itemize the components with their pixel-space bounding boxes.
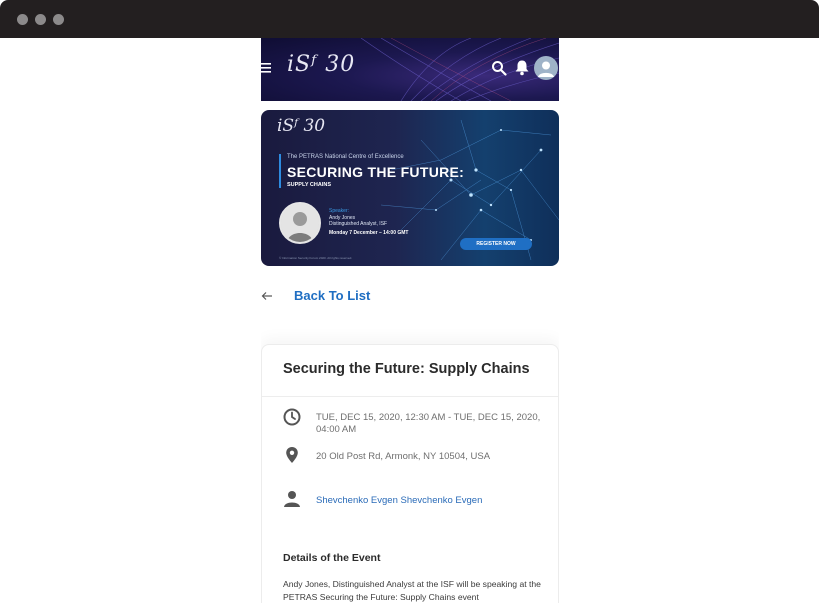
event-banner[interactable]: iSᶠ 30 The PETRAS National Centre of Exc…: [261, 110, 559, 266]
speaker-date: Monday 7 December – 14:00 GMT: [329, 230, 409, 236]
window-dot-icon: [35, 14, 46, 25]
event-title: Securing the Future: Supply Chains: [283, 361, 530, 377]
banner-title: SECURING THE FUTURE:: [287, 164, 465, 180]
back-to-list-link[interactable]: Back To List: [294, 288, 370, 303]
details-text: Andy Jones, Distinguished Analyst at the…: [283, 579, 541, 602]
menu-icon[interactable]: [261, 62, 273, 74]
arrow-left-icon[interactable]: [261, 290, 273, 302]
event-datetime: TUE, DEC 15, 2020, 12:30 AM - TUE, DEC 1…: [316, 412, 541, 435]
speaker-role: Distinguished Analyst, ISF: [329, 221, 388, 227]
banner-kicker: The PETRAS National Centre of Excellence: [287, 154, 404, 160]
brand-logo[interactable]: iSᶠ 30: [287, 52, 355, 77]
speaker-photo: [279, 202, 321, 244]
event-details-card: Securing the Future: Supply Chains TUE, …: [261, 344, 559, 603]
banner-subtitle: SUPPLY CHAINS: [287, 182, 332, 188]
location-pin-icon: [286, 447, 298, 463]
mobile-page: iSᶠ 30 iSᶠ 30 The PETRAS National Centre…: [261, 38, 559, 603]
search-icon[interactable]: [491, 60, 507, 76]
event-location: 20 Old Post Rd, Armonk, NY 10504, USA: [316, 451, 491, 462]
window-dot-icon: [17, 14, 28, 25]
divider: [262, 396, 558, 397]
window-dot-icon: [53, 14, 64, 25]
clock-icon: [283, 408, 301, 426]
speaker-label: Speaker:: [329, 208, 350, 214]
bell-icon[interactable]: [514, 59, 530, 76]
details-heading: Details of the Event: [283, 552, 381, 564]
banner-accent-bar: [279, 154, 281, 188]
user-avatar-icon[interactable]: [534, 56, 558, 80]
banner-fine-print: © Information Security Forum 2020. All r…: [279, 256, 353, 260]
person-icon: [284, 491, 300, 507]
browser-title-bar: [0, 0, 819, 38]
banner-logo: iSᶠ 30: [277, 116, 326, 136]
event-organizer-link[interactable]: Shevchenko Evgen Shevchenko Evgen: [316, 495, 548, 507]
app-header: iSᶠ 30: [261, 38, 559, 101]
back-navigation[interactable]: Back To List: [261, 286, 559, 306]
register-now-button[interactable]: REGISTER NOW: [460, 238, 532, 250]
